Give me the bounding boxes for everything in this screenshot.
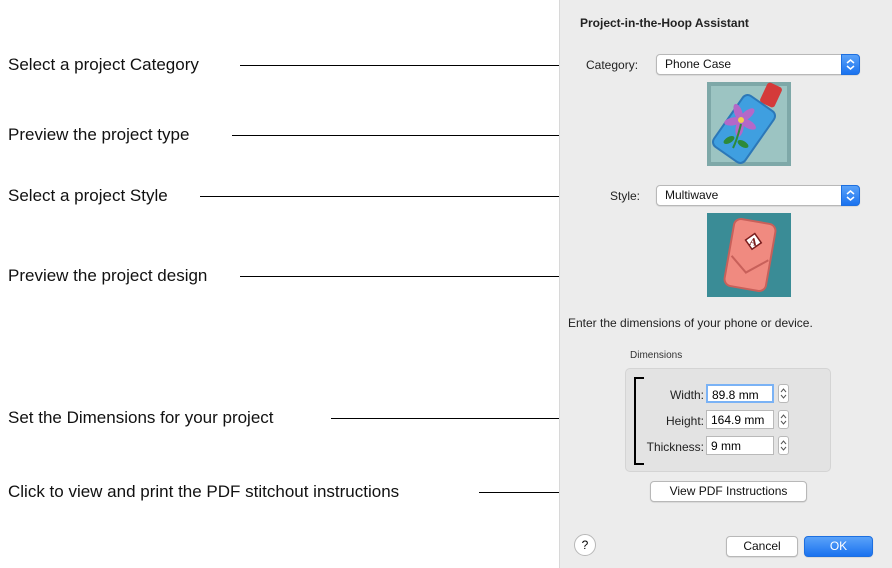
leader-line-category bbox=[240, 65, 583, 66]
width-value: 89.8 mm bbox=[712, 388, 759, 402]
height-stepper[interactable] bbox=[778, 410, 789, 429]
width-label: Width: bbox=[669, 388, 704, 402]
help-button[interactable]: ? bbox=[574, 534, 596, 556]
category-label: Category: bbox=[586, 58, 639, 72]
thickness-stepper[interactable] bbox=[778, 436, 789, 455]
assistant-dialog: Project-in-the-Hoop Assistant Category: … bbox=[559, 0, 892, 568]
style-select[interactable]: Multiwave bbox=[656, 185, 860, 206]
dimensions-bracket bbox=[634, 377, 644, 465]
callout-dimensions: Set the Dimensions for your project bbox=[8, 408, 274, 427]
leader-line-style bbox=[200, 196, 608, 197]
updown-chevron-icon bbox=[841, 185, 860, 206]
callout-preview-type: Preview the project type bbox=[8, 125, 190, 144]
style-label: Style: bbox=[610, 189, 641, 203]
dimensions-group: Width: 89.8 mm Height: 164.9 mm Thicknes… bbox=[625, 368, 831, 472]
callout-pdf: Click to view and print the PDF stitchou… bbox=[8, 482, 400, 501]
thickness-field[interactable]: 9 mm bbox=[706, 436, 774, 455]
cancel-button[interactable]: Cancel bbox=[726, 536, 798, 557]
thickness-label: Thickness: bbox=[646, 440, 704, 454]
style-value: Multiwave bbox=[665, 188, 719, 202]
width-stepper[interactable] bbox=[778, 384, 789, 403]
category-select[interactable]: Phone Case bbox=[656, 54, 860, 75]
thickness-value: 9 mm bbox=[711, 439, 741, 453]
project-type-preview bbox=[707, 82, 791, 166]
height-label: Height: bbox=[665, 414, 704, 428]
project-design-preview: A bbox=[707, 213, 791, 297]
ok-button[interactable]: OK bbox=[804, 536, 873, 557]
category-value: Phone Case bbox=[665, 57, 732, 71]
height-field[interactable]: 164.9 mm bbox=[706, 410, 774, 429]
view-pdf-instructions-button[interactable]: View PDF Instructions bbox=[650, 481, 807, 502]
dimensions-group-label: Dimensions bbox=[630, 350, 683, 361]
callout-style: Select a project Style bbox=[8, 186, 168, 205]
dialog-title: Project-in-the-Hoop Assistant bbox=[580, 16, 749, 30]
width-field[interactable]: 89.8 mm bbox=[706, 384, 774, 403]
instruction-text: Enter the dimensions of your phone or de… bbox=[568, 316, 813, 330]
callout-category: Select a project Category bbox=[8, 55, 199, 74]
updown-chevron-icon bbox=[841, 54, 860, 75]
callout-preview-design: Preview the project design bbox=[8, 266, 208, 285]
height-value: 164.9 mm bbox=[711, 413, 765, 427]
